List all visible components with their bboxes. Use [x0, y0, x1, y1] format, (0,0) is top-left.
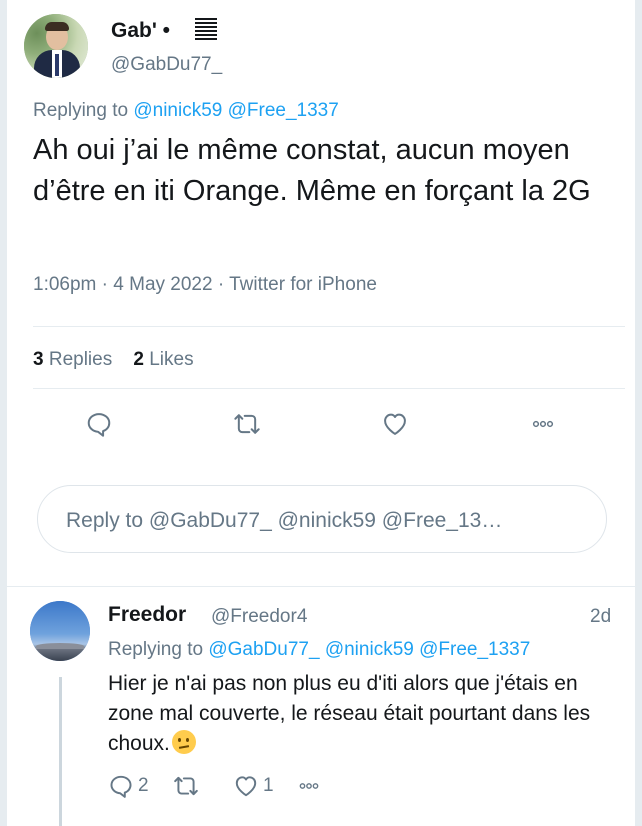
likes-count[interactable]: 2: [133, 349, 144, 370]
more-icon: [532, 420, 554, 428]
tweet-date[interactable]: 4 May 2022: [113, 274, 212, 295]
avatar[interactable]: [24, 14, 88, 78]
avatar[interactable]: [30, 601, 90, 661]
user-handle[interactable]: @Freedor4: [211, 606, 307, 628]
heart-icon: [235, 776, 257, 797]
reply-tweet: Freedor @Freedor4 2d Replying to @GabDu7…: [7, 587, 635, 826]
mention-link[interactable]: @GabDu77_: [208, 639, 319, 660]
reply-count: 2: [138, 775, 149, 796]
display-name[interactable]: Freedor: [108, 603, 186, 627]
replying-to: Replying to @GabDu77_ @ninick59 @Free_13…: [108, 639, 530, 661]
more-button[interactable]: [296, 771, 326, 801]
mention-link[interactable]: @ninick59: [133, 100, 222, 121]
like-button[interactable]: [379, 408, 411, 440]
replies-count[interactable]: 3: [33, 349, 44, 370]
tweet-source: Twitter for iPhone: [229, 274, 377, 295]
divider: [33, 388, 625, 389]
mention-link[interactable]: @Free_1337: [228, 100, 339, 121]
thread-line: [59, 677, 62, 826]
retweet-button[interactable]: [231, 408, 263, 440]
likes-label[interactable]: Likes: [149, 349, 193, 370]
replies-label[interactable]: Replies: [49, 349, 112, 370]
tweet-text: Ah oui j’ai le même constat, aucun moyen…: [33, 134, 591, 207]
mention-link[interactable]: @ninick59: [325, 639, 414, 660]
reply-button[interactable]: [83, 408, 115, 440]
reply-composer: [7, 453, 635, 586]
replying-prefix: Replying to: [33, 100, 129, 121]
more-button[interactable]: [527, 408, 559, 440]
display-name[interactable]: Gab' •: [111, 19, 170, 43]
tweet-text: Hier je n'ai pas non plus eu d'iti alors…: [108, 669, 618, 759]
heart-icon: [384, 413, 406, 435]
tweet-time[interactable]: 1:06pm: [33, 274, 96, 295]
main-tweet: Gab' • @GabDu77_ Replying to @ninick59 @…: [7, 0, 635, 453]
menu-lines-icon: [195, 18, 217, 44]
retweet-icon: [174, 776, 198, 796]
reply-input[interactable]: [64, 504, 588, 538]
reply-icon: [110, 775, 132, 798]
tweet-time[interactable]: 2d: [590, 606, 611, 628]
reply-icon: [87, 413, 111, 437]
reply-button[interactable]: 2: [108, 771, 149, 801]
retweet-icon: [234, 414, 260, 434]
more-icon: [299, 783, 319, 789]
like-button[interactable]: 1: [233, 771, 274, 801]
replying-prefix: Replying to: [108, 639, 204, 660]
reply-input-container[interactable]: [37, 485, 607, 553]
thinking-face-icon: [171, 730, 196, 754]
user-handle[interactable]: @GabDu77_: [111, 54, 222, 76]
tweet-meta: 1:06pm · 4 May 2022 · Twitter for iPhone: [33, 274, 377, 295]
replying-to: Replying to @ninick59 @Free_1337: [33, 100, 339, 122]
divider: [33, 326, 625, 327]
retweet-button[interactable]: [173, 771, 203, 801]
like-count: 1: [263, 775, 274, 796]
tweet-stats: 3 Replies 2 Likes: [33, 349, 194, 371]
mention-link[interactable]: @Free_1337: [419, 639, 530, 660]
